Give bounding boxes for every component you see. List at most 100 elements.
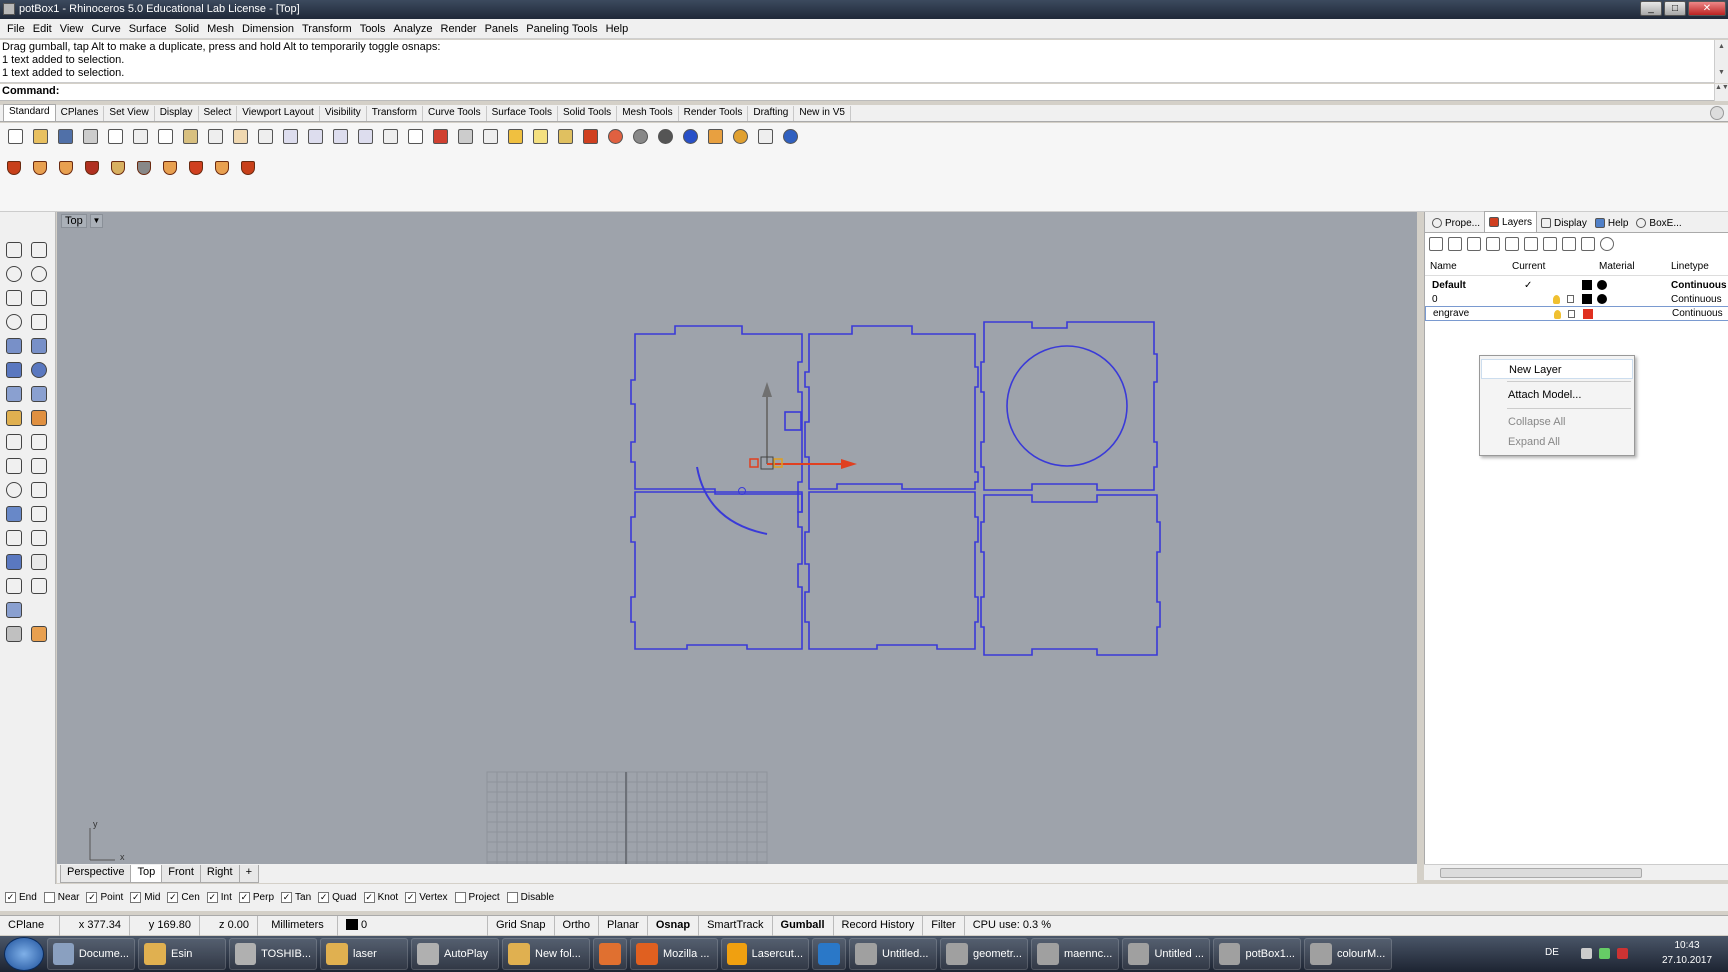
print-icon[interactable] xyxy=(80,126,101,147)
osnap-checkbox[interactable]: ✓ xyxy=(281,892,293,903)
record-history-toggle[interactable]: Record History xyxy=(834,915,924,936)
header-name[interactable]: Name xyxy=(1430,261,1457,272)
taskbar-item[interactable]: geometr... xyxy=(940,938,1028,970)
block-icon[interactable] xyxy=(28,527,50,549)
osnap-near[interactable]: Near xyxy=(43,892,79,903)
layer-name[interactable]: 0 xyxy=(1432,294,1438,305)
measure-icon[interactable] xyxy=(28,551,50,573)
tab-perspective[interactable]: Perspective xyxy=(60,864,132,883)
mesh-icon[interactable] xyxy=(3,407,25,429)
menu-render[interactable]: Render xyxy=(440,23,484,35)
material-sphere-icon[interactable] xyxy=(1597,280,1607,290)
select-icon[interactable] xyxy=(480,126,501,147)
menu-file[interactable]: File xyxy=(6,23,32,35)
paneling-grid-icon[interactable] xyxy=(5,159,24,178)
cplane-status[interactable]: CPlane xyxy=(0,915,60,936)
planar-toggle[interactable]: Planar xyxy=(599,915,648,936)
move-down-icon[interactable] xyxy=(1505,237,1519,251)
header-linetype[interactable]: Linetype xyxy=(1671,261,1709,272)
osnap-checkbox[interactable]: ✓ xyxy=(86,892,98,903)
join-icon[interactable] xyxy=(3,455,25,477)
taskbar-item[interactable]: maennc... xyxy=(1031,938,1119,970)
units-status[interactable]: Millimeters xyxy=(258,915,338,936)
menu-new-layer[interactable]: New Layer xyxy=(1481,359,1633,379)
rendered-sphere-icon[interactable] xyxy=(655,126,676,147)
lightbulb-icon[interactable] xyxy=(530,126,551,147)
osnap-mid[interactable]: ✓ Mid xyxy=(130,892,160,903)
osnap-checkbox[interactable] xyxy=(506,892,518,903)
tab-display[interactable]: Display xyxy=(155,106,199,121)
explode-icon[interactable] xyxy=(28,455,50,477)
trim-icon[interactable] xyxy=(28,431,50,453)
mesh-explode-icon[interactable] xyxy=(28,407,50,429)
box-solid-icon[interactable] xyxy=(3,359,25,381)
tab-drafting[interactable]: Drafting xyxy=(748,106,795,121)
lightbulb-icon[interactable] xyxy=(1554,310,1561,319)
layer-row[interactable]: Default ✓ Continuous xyxy=(1425,278,1728,293)
layer-color-swatch[interactable] xyxy=(1583,309,1593,319)
distance-icon[interactable] xyxy=(28,575,50,597)
paneling-pattern-icon[interactable] xyxy=(109,159,128,178)
taskbar-item[interactable] xyxy=(593,938,627,970)
menu-analyze[interactable]: Analyze xyxy=(392,23,439,35)
open-folder-icon[interactable] xyxy=(30,126,51,147)
move-out-icon[interactable] xyxy=(1524,237,1538,251)
menu-view[interactable]: View xyxy=(59,23,91,35)
osnap-knot[interactable]: ✓ Knot xyxy=(363,892,398,903)
layer-row[interactable]: engrave Continuous xyxy=(1425,306,1728,321)
move-up-icon[interactable] xyxy=(1486,237,1500,251)
osnap-toggle[interactable]: Osnap xyxy=(648,915,700,936)
zoom-icon[interactable] xyxy=(280,126,301,147)
pan-hand-icon[interactable] xyxy=(230,126,251,147)
osnap-checkbox[interactable] xyxy=(454,892,466,903)
osnap-checkbox[interactable]: ✓ xyxy=(167,892,179,903)
osnap-point[interactable]: ✓ Point xyxy=(86,892,123,903)
tab-cplanes[interactable]: CPlanes xyxy=(56,106,105,121)
text-icon[interactable] xyxy=(3,503,25,525)
menu-surface[interactable]: Surface xyxy=(128,23,174,35)
copy-icon[interactable] xyxy=(155,126,176,147)
paneling-points-icon[interactable] xyxy=(83,159,102,178)
menu-tools[interactable]: Tools xyxy=(359,23,393,35)
dimension-tool-icon[interactable] xyxy=(28,503,50,525)
layer-linetype[interactable]: Continuous xyxy=(1671,280,1727,291)
dimension-icon[interactable] xyxy=(755,126,776,147)
gumball[interactable] xyxy=(738,382,858,495)
tab-mesh-tools[interactable]: Mesh Tools xyxy=(617,106,679,121)
check-icon[interactable] xyxy=(28,599,50,621)
osnap-disable[interactable]: Disable xyxy=(506,892,554,903)
tab-curve-tools[interactable]: Curve Tools xyxy=(423,106,487,121)
maximize-button[interactable]: □ xyxy=(1664,1,1686,16)
paneling-edges-icon[interactable] xyxy=(213,159,232,178)
properties-icon[interactable] xyxy=(455,126,476,147)
tab-front[interactable]: Front xyxy=(161,864,201,883)
ortho-toggle[interactable]: Ortho xyxy=(555,915,600,936)
tab-set-view[interactable]: Set View xyxy=(104,106,155,121)
analyze-icon[interactable] xyxy=(3,551,25,573)
history-scrollbar[interactable]: ▲ ▼ xyxy=(1714,40,1728,83)
array-icon[interactable] xyxy=(3,575,25,597)
adobe-icon[interactable] xyxy=(1617,948,1628,959)
help-icon[interactable] xyxy=(780,126,801,147)
surface-corner-icon[interactable] xyxy=(3,335,25,357)
top-viewport[interactable]: y x Top ▼ xyxy=(57,212,1417,864)
surface-analysis-icon[interactable] xyxy=(3,599,25,621)
render-preview-icon[interactable] xyxy=(3,623,25,645)
tab-top[interactable]: Top xyxy=(130,864,163,883)
tab-viewport-layout[interactable]: Viewport Layout xyxy=(237,106,320,121)
menu-paneling-tools[interactable]: Paneling Tools xyxy=(525,23,604,35)
osnap-checkbox[interactable]: ✓ xyxy=(318,892,330,903)
panel-help-icon[interactable] xyxy=(1600,237,1614,251)
taskbar-item[interactable]: laser xyxy=(320,938,408,970)
taskbar-item[interactable]: colourM... xyxy=(1304,938,1392,970)
menu-attach-model[interactable]: Attach Model... xyxy=(1481,385,1633,405)
osnap-project[interactable]: Project xyxy=(454,892,500,903)
gear-icon[interactable] xyxy=(730,126,751,147)
viewport-menu-chevron-icon[interactable]: ▼ xyxy=(90,214,103,228)
grid-snap-icon[interactable] xyxy=(505,126,526,147)
current-layer-status[interactable]: 0 xyxy=(338,915,488,936)
tab-display-panel[interactable]: Display xyxy=(1537,214,1591,232)
undo-view-icon[interactable] xyxy=(380,126,401,147)
curve-icon[interactable] xyxy=(28,239,50,261)
grid-snap-toggle[interactable]: Grid Snap xyxy=(488,915,555,936)
